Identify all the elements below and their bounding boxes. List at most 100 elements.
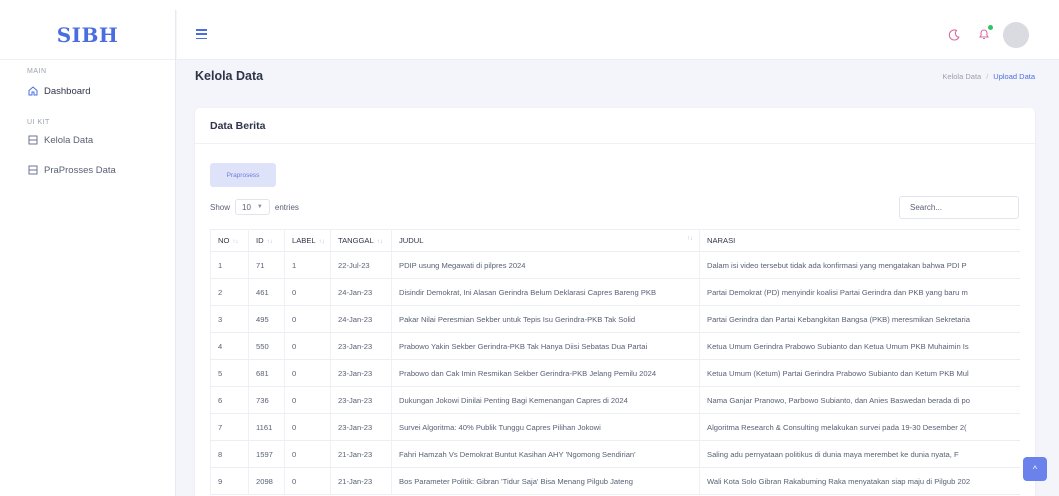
sort-icon: ↑↓ bbox=[232, 239, 239, 245]
avatar[interactable] bbox=[1003, 22, 1029, 48]
table-icon bbox=[28, 135, 38, 145]
sidebar-section-main: MAIN bbox=[27, 68, 47, 75]
sort-icon: ↑↓ bbox=[266, 239, 273, 245]
cell-id: 2098 bbox=[248, 467, 285, 495]
sort-icon: ↑↓ bbox=[318, 239, 325, 245]
cell-narasi: Partai Demokrat (PD) menyindir koalisi P… bbox=[699, 278, 1020, 306]
home-icon bbox=[28, 86, 38, 96]
sidebar-item-label: PraProsses Data bbox=[44, 164, 116, 176]
cell-tanggal: 21-Jan-23 bbox=[330, 467, 392, 495]
table-icon bbox=[28, 165, 38, 175]
cell-label: 1 bbox=[284, 251, 331, 279]
table-row: 9 2098 0 21-Jan-23 Bos Parameter Politik… bbox=[210, 467, 1020, 495]
cell-label: 0 bbox=[284, 413, 331, 441]
cell-narasi: Ketua Umum Gerindra Prabowo Subianto dan… bbox=[699, 332, 1020, 360]
cell-judul: Prabowo Yakin Sekber Gerindra-PKB Tak Ha… bbox=[391, 332, 700, 360]
cell-judul: Prabowo dan Cak Imin Resmikan Sekber Ger… bbox=[391, 359, 700, 387]
cell-tanggal: 21-Jan-23 bbox=[330, 440, 392, 468]
entries-value: 10 bbox=[242, 202, 251, 212]
sidebar-item-praprosses-data[interactable]: PraProsses Data bbox=[0, 159, 175, 181]
cell-judul: Bos Parameter Politik: Gibran 'Tidur Saj… bbox=[391, 467, 700, 495]
breadcrumb: Kelola Data / Upload Data bbox=[942, 72, 1035, 81]
scroll-top-button[interactable]: ^ bbox=[1023, 457, 1047, 481]
moon-icon[interactable] bbox=[947, 28, 961, 42]
cell-id: 681 bbox=[248, 359, 285, 387]
cell-tanggal: 24-Jan-23 bbox=[330, 278, 392, 306]
brand-logo[interactable]: SIBH bbox=[0, 10, 175, 60]
sort-icon: ↑↓ bbox=[687, 236, 693, 242]
cell-tanggal: 23-Jan-23 bbox=[330, 386, 392, 414]
breadcrumb-parent[interactable]: Kelola Data bbox=[942, 72, 981, 81]
cell-id: 550 bbox=[248, 332, 285, 360]
sidebar: SIBH MAIN Dashboard UI KIT Kelola Data P… bbox=[0, 10, 176, 496]
cell-label: 0 bbox=[284, 359, 331, 387]
cell-judul: Survei Algoritma: 40% Publik Tunggu Capr… bbox=[391, 413, 700, 441]
column-header-narasi[interactable]: NARASI bbox=[699, 229, 1020, 252]
preprocess-button[interactable]: Praprosess bbox=[210, 163, 276, 187]
table-row: 5 681 0 23-Jan-23 Prabowo dan Cak Imin R… bbox=[210, 359, 1020, 387]
cell-id: 495 bbox=[248, 305, 285, 333]
cell-tanggal: 23-Jan-23 bbox=[330, 413, 392, 441]
cell-judul: PDIP usung Megawati di pilpres 2024 bbox=[391, 251, 700, 279]
sidebar-item-label: Kelola Data bbox=[44, 134, 94, 146]
cell-id: 71 bbox=[248, 251, 285, 279]
column-header-no[interactable]: NO ↑↓ bbox=[210, 229, 249, 252]
cell-narasi: Nama Ganjar Pranowo, Parbowo Subianto, d… bbox=[699, 386, 1020, 414]
cell-tanggal: 23-Jan-23 bbox=[330, 359, 392, 387]
cell-no: 3 bbox=[210, 305, 249, 333]
cell-narasi: Dalam isi video tersebut tidak ada konfi… bbox=[699, 251, 1020, 279]
entries-control: Show 10 ▼ entries bbox=[210, 199, 299, 215]
cell-narasi: Algoritma Research & Consulting melakuka… bbox=[699, 413, 1020, 441]
data-card: Data Berita Praprosess Show 10 ▼ entries… bbox=[195, 108, 1035, 496]
sort-icon: ↑↓ bbox=[376, 239, 383, 245]
menu-icon[interactable] bbox=[196, 29, 207, 39]
cell-judul: Fahri Hamzah Vs Demokrat Buntut Kasihan … bbox=[391, 440, 700, 468]
cell-label: 0 bbox=[284, 278, 331, 306]
column-header-id[interactable]: ID ↑↓ bbox=[248, 229, 285, 252]
cell-no: 9 bbox=[210, 467, 249, 495]
notification-dot bbox=[988, 25, 993, 30]
entries-label: entries bbox=[274, 202, 299, 212]
column-header-label[interactable]: LABEL ↑↓ bbox=[284, 229, 331, 252]
breadcrumb-separator: / bbox=[986, 72, 989, 81]
sidebar-item-kelola-data[interactable]: Kelola Data bbox=[0, 129, 175, 151]
cell-judul: Disindir Demokrat, Ini Alasan Gerindra B… bbox=[391, 278, 700, 306]
cell-narasi: Saling adu pernyataan politikus di dunia… bbox=[699, 440, 1020, 468]
cell-narasi: Wali Kota Solo Gibran Rakabuming Raka me… bbox=[699, 467, 1020, 495]
table-row: 1 71 1 22-Jul-23 PDIP usung Megawati di … bbox=[210, 251, 1020, 279]
cell-no: 4 bbox=[210, 332, 249, 360]
breadcrumb-current: Upload Data bbox=[993, 72, 1035, 81]
sidebar-item-label: Dashboard bbox=[44, 85, 91, 97]
table-row: 6 736 0 23-Jan-23 Dukungan Jokowi Dinila… bbox=[210, 386, 1020, 414]
entries-select[interactable]: 10 ▼ bbox=[235, 199, 270, 215]
cell-id: 1597 bbox=[248, 440, 285, 468]
table-row: 3 495 0 24-Jan-23 Pakar Nilai Peresmian … bbox=[210, 305, 1020, 333]
column-header-judul[interactable]: JUDUL ↑↓ bbox=[391, 229, 700, 252]
browser-top-strip bbox=[0, 0, 1059, 10]
cell-judul: Pakar Nilai Peresmian Sekber untuk Tepis… bbox=[391, 305, 700, 333]
cell-label: 0 bbox=[284, 305, 331, 333]
cell-tanggal: 22-Jul-23 bbox=[330, 251, 392, 279]
sidebar-item-dashboard[interactable]: Dashboard bbox=[0, 80, 175, 102]
data-table: NO ↑↓ ID ↑↓ LABEL ↑↓ TANGGAL ↑↓ JUDUL ↑↓ NARA… bbox=[210, 229, 1020, 495]
cell-id: 1161 bbox=[248, 413, 285, 441]
cell-narasi: Ketua Umum (Ketum) Partai Gerindra Prabo… bbox=[699, 359, 1020, 387]
cell-label: 0 bbox=[284, 386, 331, 414]
table-container[interactable]: NO ↑↓ ID ↑↓ LABEL ↑↓ TANGGAL ↑↓ JUDUL ↑↓ NARA… bbox=[210, 229, 1020, 496]
table-header-row: NO ↑↓ ID ↑↓ LABEL ↑↓ TANGGAL ↑↓ JUDUL ↑↓ NARA… bbox=[210, 229, 1020, 252]
table-row: 7 1161 0 23-Jan-23 Survei Algoritma: 40%… bbox=[210, 413, 1020, 441]
sidebar-section-ui-kit: UI KIT bbox=[27, 119, 50, 126]
cell-no: 1 bbox=[210, 251, 249, 279]
page-title: Kelola Data bbox=[195, 69, 264, 83]
table-row: 2 461 0 24-Jan-23 Disindir Demokrat, Ini… bbox=[210, 278, 1020, 306]
cell-narasi: Partai Gerindra dan Partai Kebangkitan B… bbox=[699, 305, 1020, 333]
cell-no: 8 bbox=[210, 440, 249, 468]
search-input[interactable] bbox=[899, 196, 1019, 219]
cell-no: 6 bbox=[210, 386, 249, 414]
cell-no: 2 bbox=[210, 278, 249, 306]
show-label: Show bbox=[210, 202, 231, 212]
top-navbar bbox=[177, 10, 1059, 60]
cell-judul: Dukungan Jokowi Dinilai Penting Bagi Kem… bbox=[391, 386, 700, 414]
column-header-tanggal[interactable]: TANGGAL ↑↓ bbox=[330, 229, 392, 252]
cell-no: 7 bbox=[210, 413, 249, 441]
